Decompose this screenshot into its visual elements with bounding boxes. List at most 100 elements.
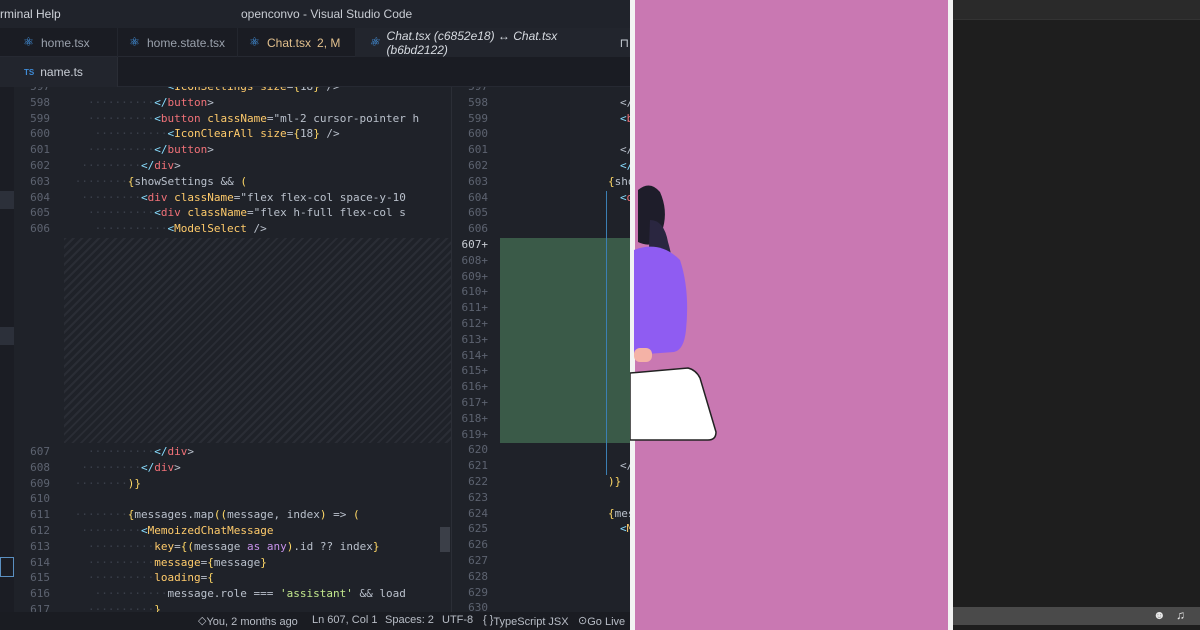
code-line[interactable]: 628 [452,569,630,585]
code-line[interactable]: 607 ··········</div> [14,444,451,460]
code-line[interactable]: 599 ··········<button className="ml-2 cur… [14,111,451,127]
code-line[interactable]: 624 {mes [452,506,630,522]
line-number: 619+ [461,427,489,441]
code-line[interactable]: 608+ [452,253,630,269]
explorer-selection[interactable] [0,327,14,345]
diff-editor-left[interactable]: 597 ···········<IconSettings size={18} />… [14,87,451,612]
menu-terminal[interactable]: rminal [0,7,33,21]
code-line[interactable]: 605 ··········<div className="flex h-full… [14,205,451,221]
code-line[interactable]: 600 ···········<IconClearAll size={18} /> [14,126,451,142]
git-blame-status[interactable]: ◇ You, 2 months ago [198,614,298,628]
go-live-button[interactable]: ⊙ Go Live [578,614,625,628]
language-text: TypeScript JSX [493,616,569,628]
code-line[interactable]: 614 ··········message={message} [14,555,451,571]
code-line[interactable]: 616 ···········message.role === 'assistan… [14,586,451,602]
code-line[interactable]: 621 </ [452,458,630,474]
code-line[interactable]: 613+ [452,332,630,348]
code-line[interactable]: 617+ [452,395,630,411]
code-text: ··········} [88,603,161,612]
line-number: 598 [30,95,50,109]
line-number: 616+ [461,380,489,394]
code-line[interactable]: 609 ········)} [14,476,451,492]
line-number: 627 [468,554,488,567]
code-line[interactable]: 623 [452,490,630,506]
code-line[interactable]: 617 ··········} [14,602,451,612]
code-line[interactable]: 608 ·········</div> [14,460,451,476]
code-line[interactable]: 630 [452,600,630,612]
code-line[interactable]: 616+ [452,379,630,395]
explorer-selection[interactable] [0,191,14,209]
feedback-icon[interactable]: ☻ [1153,608,1166,622]
code-line[interactable]: 629 [452,585,630,601]
code-line[interactable]: 599 <b [452,111,630,127]
code-text: ··········key={(message as any).id ?? in… [88,539,380,553]
code-line[interactable]: 597 ···········<IconSettings size={18} /> [14,87,451,95]
language-mode[interactable]: { } TypeScript JSX [483,614,569,628]
line-number: 612 [30,524,50,537]
menu-help[interactable]: Help [36,7,61,21]
line-number: 622 [468,475,488,488]
code-line[interactable]: 614+ [452,348,630,364]
code-line[interactable]: 601 </ [452,142,630,158]
code-line[interactable]: 615+ [452,363,630,379]
code-line[interactable]: 611+ [452,300,630,316]
code-line[interactable]: 598 </ [452,95,630,111]
tab-home-state-tsx[interactable]: ⚛ home.state.tsx [118,28,238,57]
code-text: ··········</div> [88,445,194,458]
code-line[interactable]: 602 ·········</div> [14,158,451,174]
code-line[interactable]: 622)} [452,474,630,490]
code-line[interactable]: 597 [452,87,630,95]
explorer-focus-box[interactable] [0,557,14,577]
code-line[interactable]: 606 ···········<ModelSelect /> [14,221,451,237]
code-line[interactable]: 611 ········{messages.map((message, index… [14,507,451,523]
encoding-status[interactable]: UTF-8 [442,614,473,626]
code-line[interactable]: 625 <M [452,521,630,537]
editor-tab-bar-secondary: TS name.ts [0,57,630,87]
diff-editor-right[interactable]: 597598 </ 599 <b 600 601 </ 602 </di 603 {show 604 <… [451,87,630,612]
code-line[interactable]: 604 ·········<div className="flex flex-co… [14,190,451,206]
code-line[interactable]: 626 [452,537,630,553]
tab-chat-tsx[interactable]: ⚛ Chat.tsx 2, M [238,28,356,57]
code-line[interactable]: 620 [452,442,630,458]
cursor-position[interactable]: Ln 607, Col 1 [312,614,377,626]
dark-panel-statusbar: ☻ ♫ [953,607,1200,625]
indentation-status[interactable]: Spaces: 2 [385,614,434,626]
code-text: ··········</button> [88,95,214,109]
code-line[interactable]: 607+ [452,237,630,253]
code-line[interactable]: 613 ··········key={(message as any).id ??… [14,539,451,555]
code-text: ·········<MemoizedChatMessage [81,524,274,537]
code-line[interactable]: 598 ··········</button> [14,95,451,111]
code-line[interactable]: 612+ [452,316,630,332]
code-line[interactable]: 603 {show [452,174,630,190]
line-number: 614+ [461,348,489,362]
dark-editor-panel: ☻ ♫ [953,0,1200,630]
code-line[interactable]: 612 ·········<MemoizedChatMessage [14,523,451,539]
code-line[interactable]: 600 [452,126,630,142]
line-number: 599 [30,111,50,125]
code-line[interactable]: 610+ [452,284,630,300]
tab-home-tsx[interactable]: ⚛ home.tsx [0,28,118,57]
code-line[interactable]: 619+ [452,427,630,443]
code-text: ········)} [74,476,142,490]
tab-chat-diff[interactable]: ⚛ Chat.tsx (c6852e18) ↔ Chat.tsx (b6bd21… [356,28,630,57]
code-line[interactable]: 602 </di [452,158,630,174]
code-line[interactable]: 603 ········{showSettings && ( [14,174,451,190]
bell-icon[interactable]: ♫ [1176,608,1185,622]
code-line[interactable]: 605 [452,205,630,221]
code-text: </ [620,95,630,109]
code-line[interactable]: 604 <d [452,190,630,206]
code-line[interactable]: 601 ··········</button> [14,142,451,158]
tab-name-ts[interactable]: TS name.ts [0,57,118,87]
code-line[interactable]: 609+ [452,269,630,285]
code-line[interactable]: 627 [452,553,630,569]
window-title: openconvo - Visual Studio Code [241,7,413,21]
code-line[interactable]: 606 [452,221,630,237]
code-line[interactable]: 615 ··········loading={ [14,570,451,586]
code-text: ··········</button> [88,143,214,157]
code-line[interactable]: 610 [14,491,451,507]
code-text: )} [608,475,622,488]
line-number: 623 [468,490,488,504]
line-number: 598 [468,95,488,109]
code-line[interactable]: 618+ [452,411,630,427]
code-text: ·········</div> [81,159,181,172]
